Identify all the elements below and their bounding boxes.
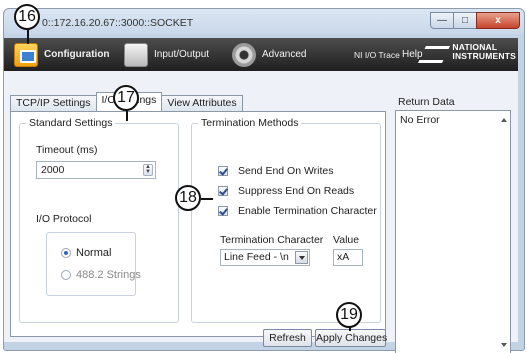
protocol-488-radio[interactable]: 488.2 Strings	[61, 269, 141, 281]
protocol-normal-radio[interactable]: Normal	[61, 247, 111, 259]
callout-19: 19	[336, 302, 362, 328]
timeout-label: Timeout (ms)	[36, 144, 98, 156]
configuration-label: Configuration	[44, 49, 110, 60]
return-data-box[interactable]: No Error	[395, 110, 511, 353]
standard-settings-title: Standard Settings	[26, 117, 116, 129]
io-protocol-label: I/O Protocol	[36, 213, 92, 225]
callout-17: 17	[113, 85, 139, 111]
tab-view-attributes[interactable]: View Attributes	[161, 95, 243, 111]
advanced-gear-icon	[232, 42, 256, 67]
termination-value-field[interactable]: xA	[333, 249, 363, 266]
configuration-icon	[14, 42, 38, 67]
callout-18: 18	[175, 185, 201, 211]
termination-character-select[interactable]: Line Feed - \n	[220, 249, 310, 266]
ni-eagle-icon	[422, 44, 448, 60]
termination-methods-group: Termination Methods Send End On Writes S…	[191, 117, 381, 323]
content-panel: TCP/IP Settings I/O Settings View Attrib…	[4, 71, 518, 353]
national-instruments-logo: NATIONAL INSTRUMENTS	[422, 43, 516, 61]
advanced-button[interactable]: Advanced	[232, 38, 306, 71]
main-toolbar: Configuration Input/Output Advanced NI I…	[4, 38, 518, 71]
enable-termination-character-checkbox[interactable]: Enable Termination Character	[218, 205, 377, 217]
minimize-icon: —	[437, 15, 447, 26]
callout-16-pointer	[27, 30, 29, 44]
callout-16: 16	[14, 4, 40, 30]
return-data-value: No Error	[400, 114, 440, 126]
radio-selected-icon	[61, 248, 71, 258]
scroll-up-icon[interactable]	[501, 118, 507, 122]
termination-character-label: Termination Character	[220, 234, 324, 246]
help-button[interactable]: Help	[402, 38, 423, 71]
checkbox-checked-icon	[218, 166, 228, 176]
protocol-normal-label: Normal	[76, 247, 112, 259]
logo-line-2: INSTRUMENTS	[452, 51, 516, 61]
protocol-488-label: 488.2 Strings	[76, 269, 141, 281]
ni-io-trace-button[interactable]: NI I/O Trace	[354, 38, 400, 71]
apply-changes-button[interactable]: Apply Changes	[315, 329, 387, 347]
io-settings-page: Standard Settings Timeout (ms) 2000 ▲ ▼ I…	[10, 111, 386, 337]
ni-io-trace-label: NI I/O Trace	[354, 49, 400, 60]
send-end-on-writes-label: Send End On Writes	[238, 165, 334, 177]
ni-logo-text: NATIONAL INSTRUMENTS	[452, 43, 516, 61]
radio-unselected-icon	[61, 270, 71, 280]
tab-tcpip-settings[interactable]: TCP/IP Settings	[10, 95, 97, 111]
close-icon: x	[495, 15, 501, 26]
value-label: Value	[333, 234, 360, 246]
refresh-button[interactable]: Refresh	[263, 329, 312, 347]
callout-17-pointer	[126, 111, 128, 121]
title-bar[interactable]: 0::172.16.20.67::3000::SOCKET — □ x	[4, 9, 524, 37]
close-button[interactable]: x	[476, 12, 520, 29]
send-end-on-writes-checkbox[interactable]: Send End On Writes	[218, 165, 334, 177]
checkbox-checked-icon	[218, 206, 228, 216]
advanced-label: Advanced	[262, 49, 307, 60]
timeout-value: 2000	[41, 164, 65, 176]
timeout-spinner[interactable]: ▲ ▼	[143, 164, 153, 176]
termination-methods-title: Termination Methods	[198, 117, 302, 129]
input-output-button[interactable]: Input/Output	[124, 38, 209, 71]
timeout-field[interactable]: 2000 ▲ ▼	[36, 161, 156, 179]
return-data-label: Return Data	[398, 96, 455, 108]
input-output-label: Input/Output	[154, 49, 210, 60]
input-output-icon	[124, 42, 148, 67]
suppress-end-on-reads-label: Suppress End On Reads	[238, 185, 355, 197]
termination-character-value: Line Feed - \n	[224, 251, 289, 263]
window-controls: — □ x	[430, 12, 520, 29]
io-protocol-box: Normal 488.2 Strings	[46, 232, 141, 296]
scroll-down-icon[interactable]	[501, 343, 507, 347]
minimize-button[interactable]: —	[430, 12, 454, 29]
enable-termination-character-label: Enable Termination Character	[238, 205, 377, 217]
maximize-button[interactable]: □	[453, 12, 477, 29]
checkbox-checked-icon	[218, 186, 228, 196]
window-title: 0::172.16.20.67::3000::SOCKET	[42, 17, 194, 29]
standard-settings-group: Standard Settings Timeout (ms) 2000 ▲ ▼ I…	[19, 117, 179, 323]
suppress-end-on-reads-checkbox[interactable]: Suppress End On Reads	[218, 185, 354, 197]
callout-18-pointer	[201, 198, 213, 200]
maximize-icon: □	[461, 15, 469, 26]
chevron-down-icon[interactable]	[295, 251, 308, 264]
termination-value: xA	[337, 251, 350, 263]
